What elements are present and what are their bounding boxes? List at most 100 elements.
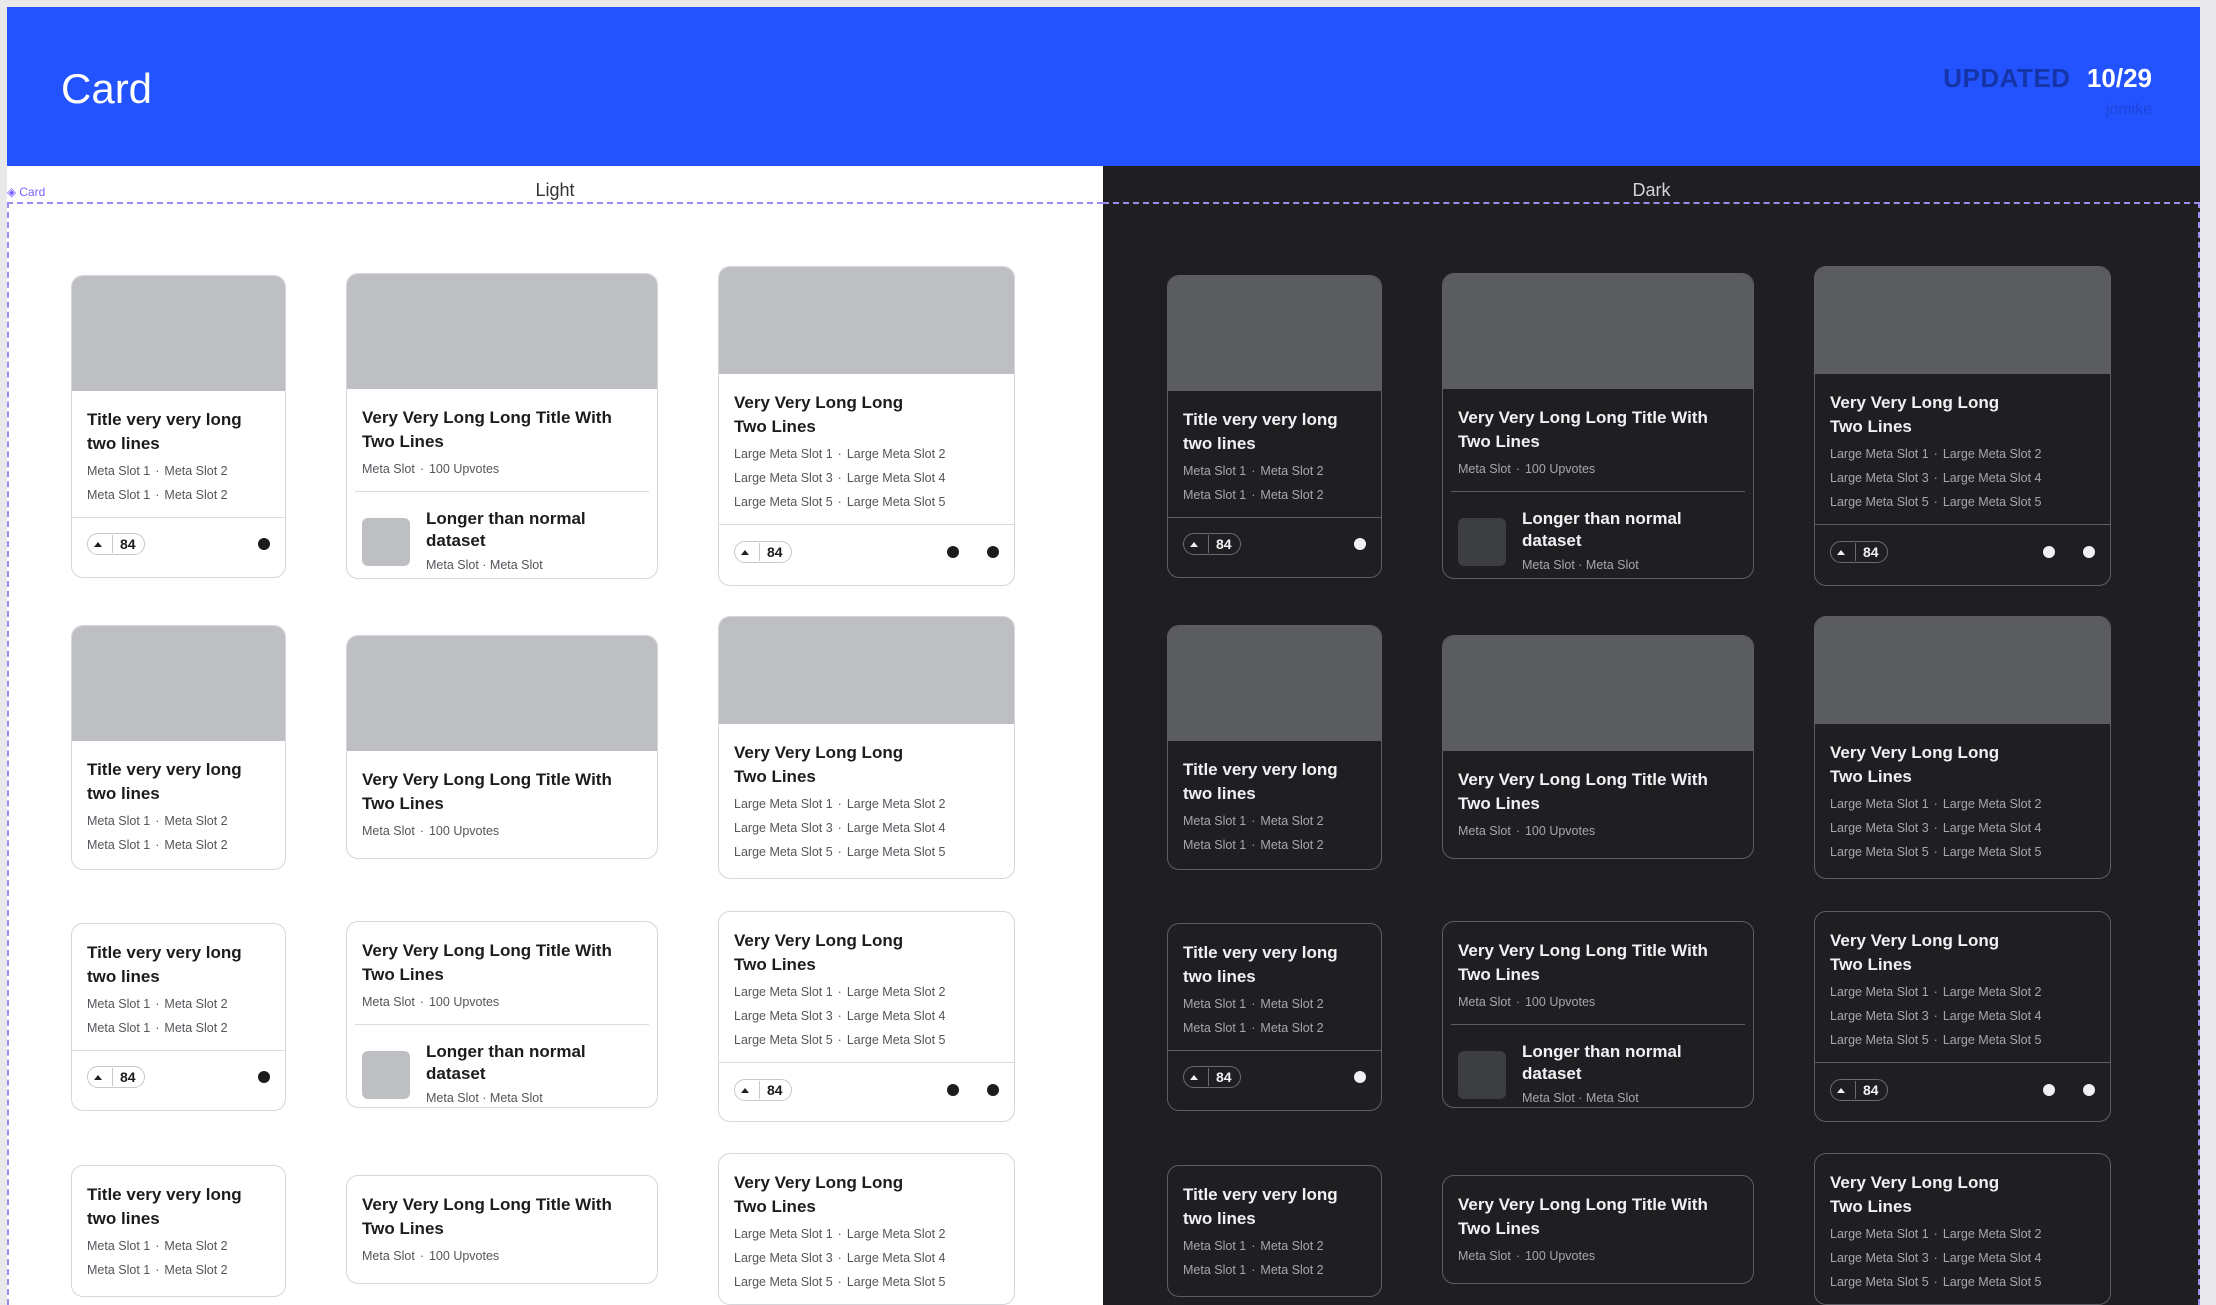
meta-separator: · [155, 997, 160, 1011]
card-standard[interactable]: Very Very Long Long Title With Two Lines… [1442, 273, 1754, 579]
dataset-row[interactable]: Longer than normal dataset Meta Slot · M… [1451, 491, 1745, 578]
card-media [72, 276, 285, 391]
card-title: Title very very long two lines [1183, 943, 1338, 986]
meta-item: Meta Slot 1 [1183, 838, 1247, 852]
dataset-row[interactable]: Longer than normal dataset Meta Slot · M… [355, 1024, 649, 1107]
meta-separator: · [837, 1033, 842, 1047]
card-large[interactable]: Very Very Long Long Two Lines Large Meta… [1814, 616, 2111, 879]
card-actions [1354, 1071, 1366, 1083]
meta-item: Large Meta Slot 1 [734, 985, 833, 999]
status-dot-icon[interactable] [1354, 1071, 1366, 1083]
dataset-row[interactable]: Longer than normal dataset Meta Slot · M… [1451, 1024, 1745, 1107]
status-dot-icon[interactable] [2043, 546, 2055, 558]
card-meta-row: Meta Slot 1 · Meta Slot 2 [87, 459, 270, 483]
dataset-title: Longer than normal dataset [426, 509, 586, 550]
meta-item: 100 Upvotes [1524, 1249, 1596, 1263]
card-standard[interactable]: Very Very Long Long Title With Two Lines… [346, 635, 658, 859]
card-meta-row: Meta Slot 1 · Meta Slot 2 [87, 809, 270, 833]
card-standard[interactable]: Very Very Long Long Title With Two Lines… [346, 1175, 658, 1284]
meta-item: Meta Slot 2 [1260, 814, 1324, 828]
card-body: Title very very long two lines Meta Slot… [72, 1166, 285, 1292]
upvote-button[interactable]: 84 [1830, 1079, 1888, 1101]
card-compact[interactable]: Title very very long two lines Meta Slot… [1167, 1165, 1382, 1297]
card-compact[interactable]: Title very very long two lines Meta Slot… [1167, 923, 1382, 1111]
meta-item: Large Meta Slot 1 [1830, 985, 1929, 999]
card-large[interactable]: Very Very Long Long Two Lines Large Meta… [1814, 1153, 2111, 1305]
meta-item: Large Meta Slot 4 [1942, 1251, 2042, 1265]
card-meta-row: Large Meta Slot 5 · Large Meta Slot 5 [734, 1270, 999, 1294]
status-dot-icon[interactable] [258, 538, 270, 550]
meta-separator: · [837, 1009, 842, 1023]
card-compact[interactable]: Title very very long two lines Meta Slot… [71, 625, 286, 870]
card-standard[interactable]: Very Very Long Long Title With Two Lines… [346, 273, 658, 579]
card-title: Very Very Long Long Two Lines [734, 931, 904, 974]
meta-separator: · [155, 1263, 160, 1277]
dataset-meta: Meta Slot · Meta Slot [426, 558, 543, 572]
card-compact[interactable]: Title very very long two lines Meta Slot… [71, 1165, 286, 1297]
status-dot-icon[interactable] [987, 546, 999, 558]
status-dot-icon[interactable] [2083, 1084, 2095, 1096]
dataset-thumbnail [362, 517, 410, 566]
upvote-button[interactable]: 84 [734, 541, 792, 563]
card-standard[interactable]: Very Very Long Long Title With Two Lines… [1442, 921, 1754, 1108]
card-standard[interactable]: Very Very Long Long Title With Two Lines… [1442, 635, 1754, 859]
meta-item: Large Meta Slot 3 [734, 821, 833, 835]
card-compact[interactable]: Title very very long two lines Meta Slot… [1167, 275, 1382, 578]
card-standard[interactable]: Very Very Long Long Title With Two Lines… [1442, 1175, 1754, 1284]
upvote-button[interactable]: 84 [87, 1066, 145, 1088]
card-meta-row: Large Meta Slot 3 · Large Meta Slot 4 [1830, 1004, 2095, 1028]
card-large[interactable]: Very Very Long Long Two Lines Large Meta… [718, 1153, 1015, 1305]
card-meta-row: Meta Slot · 100 Upvotes [1458, 990, 1738, 1014]
card-large[interactable]: Very Very Long Long Two Lines Large Meta… [718, 911, 1015, 1122]
card-large[interactable]: Very Very Long Long Two Lines Large Meta… [1814, 911, 2111, 1122]
card-media [1443, 274, 1753, 389]
meta-separator: · [155, 488, 160, 502]
card-standard[interactable]: Very Very Long Long Title With Two Lines… [346, 921, 658, 1108]
card-media [72, 626, 285, 741]
meta-item: Meta Slot 1 [1183, 1239, 1247, 1253]
card-compact[interactable]: Title very very long two lines Meta Slot… [71, 923, 286, 1111]
meta-separator: · [1933, 1275, 1938, 1289]
status-dot-icon[interactable] [2043, 1084, 2055, 1096]
meta-separator: · [1251, 464, 1256, 478]
meta-separator: · [419, 995, 424, 1009]
meta-item: Meta Slot 2 [1260, 1239, 1324, 1253]
meta-separator: · [1933, 1033, 1938, 1047]
dark-panel: Dark Title very very long two lines Meta… [1103, 166, 2200, 1305]
upvote-button[interactable]: 84 [1830, 541, 1888, 563]
meta-separator: · [1515, 824, 1520, 838]
card-large[interactable]: Very Very Long Long Two Lines Large Meta… [1814, 266, 2111, 586]
status-dot-icon[interactable] [947, 1084, 959, 1096]
card-compact[interactable]: Title very very long two lines Meta Slot… [71, 275, 286, 578]
status-dot-icon[interactable] [947, 546, 959, 558]
card-compact[interactable]: Title very very long two lines Meta Slot… [1167, 625, 1382, 870]
updated-user: jomike [2105, 101, 2152, 118]
card-title: Very Very Long Long Title With Two Lines [362, 1195, 612, 1238]
upvote-arrow-icon [741, 549, 749, 555]
status-dot-icon[interactable] [987, 1084, 999, 1096]
meta-separator: · [155, 814, 160, 828]
upvote-button[interactable]: 84 [87, 533, 145, 555]
dataset-meta: Meta Slot · Meta Slot [1522, 558, 1639, 572]
card-meta-row: Meta Slot 1 · Meta Slot 2 [87, 1258, 270, 1282]
status-dot-icon[interactable] [2083, 546, 2095, 558]
meta-item: Meta Slot 1 [1183, 488, 1247, 502]
card-media [1168, 276, 1381, 391]
dataset-row[interactable]: Longer than normal dataset Meta Slot · M… [355, 491, 649, 578]
card-large[interactable]: Very Very Long Long Two Lines Large Meta… [718, 266, 1015, 586]
meta-item: Meta Slot [362, 824, 415, 838]
card-meta-row: Meta Slot · 100 Upvotes [1458, 1244, 1738, 1268]
card-large[interactable]: Very Very Long Long Two Lines Large Meta… [718, 616, 1015, 879]
card-meta-row: Large Meta Slot 5 · Large Meta Slot 5 [734, 840, 999, 864]
card-body: Very Very Long Long Two Lines Large Meta… [1815, 724, 2110, 874]
card-media [1815, 617, 2110, 724]
card-media [719, 617, 1014, 724]
frame-guide-left [7, 202, 9, 1305]
upvote-button[interactable]: 84 [1183, 533, 1241, 555]
frame-guide [1103, 202, 2200, 204]
status-dot-icon[interactable] [258, 1071, 270, 1083]
card-body: Title very very long two lines Meta Slot… [1168, 741, 1381, 867]
upvote-button[interactable]: 84 [1183, 1066, 1241, 1088]
status-dot-icon[interactable] [1354, 538, 1366, 550]
upvote-button[interactable]: 84 [734, 1079, 792, 1101]
